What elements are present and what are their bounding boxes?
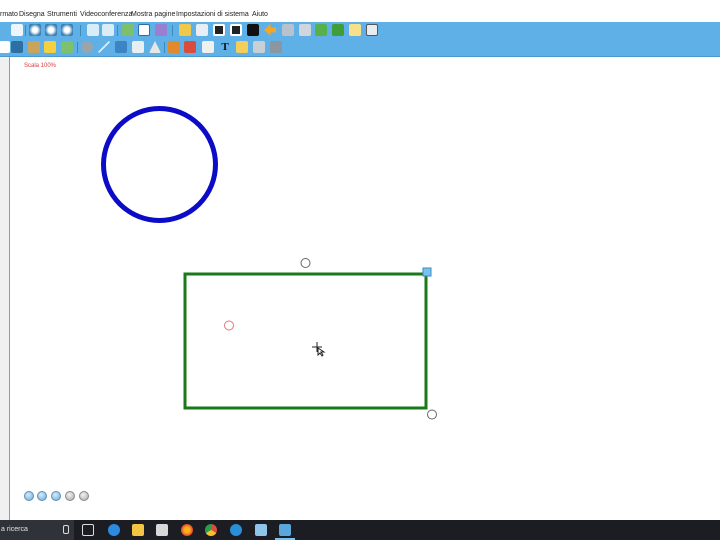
taskbar-search-text: a ricerca	[1, 526, 28, 533]
first-page-icon[interactable]	[24, 491, 34, 501]
move-cursor-icon	[312, 342, 326, 357]
rotate-handle[interactable]	[300, 258, 311, 268]
add-page-icon[interactable]	[51, 491, 61, 501]
app-blue-icon[interactable]	[230, 524, 242, 536]
blue-circle-shape[interactable]	[101, 106, 218, 223]
explorer-icon[interactable]	[132, 524, 144, 536]
notepad-icon[interactable]	[255, 524, 267, 536]
taskbar-search[interactable]: a ricerca	[0, 520, 74, 540]
microphone-icon[interactable]	[63, 525, 69, 534]
task-view-icon[interactable]	[82, 524, 94, 536]
green-rectangle-shape[interactable]	[183, 272, 428, 410]
store-icon[interactable]	[156, 524, 168, 536]
whiteboard-app-icon[interactable]	[275, 524, 295, 540]
prev-page-nav-icon[interactable]	[37, 491, 47, 501]
anchor-point[interactable]	[224, 320, 234, 331]
taskbar: a ricerca	[0, 520, 720, 540]
firefox-icon[interactable]	[181, 524, 193, 536]
resize-handle-bottom-right[interactable]	[427, 409, 437, 420]
drawing-layer	[101, 106, 437, 420]
next-page-nav-icon[interactable]	[65, 491, 75, 501]
chrome-icon[interactable]	[205, 524, 217, 536]
last-page-icon[interactable]	[79, 491, 89, 501]
edge-icon[interactable]	[108, 524, 120, 536]
resize-handle-top-right[interactable]	[422, 267, 432, 277]
